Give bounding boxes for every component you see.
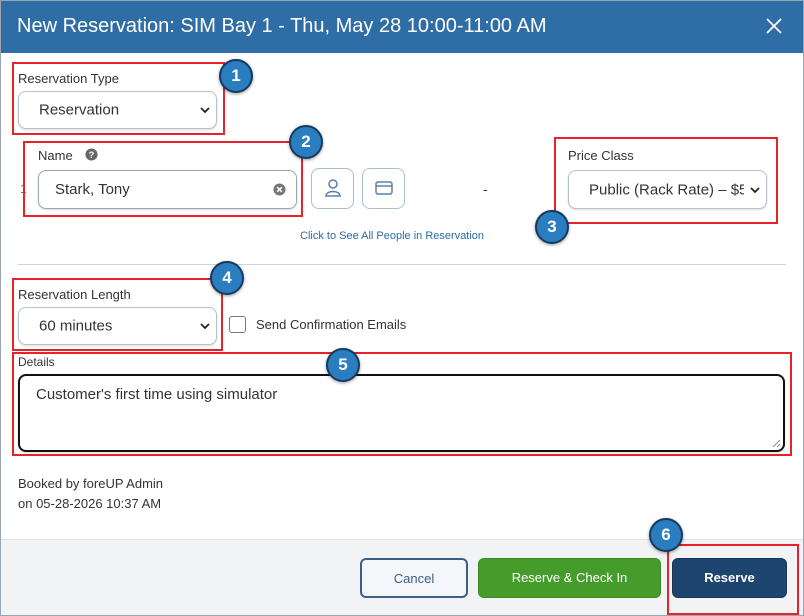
price-class-label: Price Class [568,148,634,163]
cancel-button[interactable]: Cancel [360,558,468,598]
callout-badge-5: 5 [326,348,360,382]
credit-card-icon [375,181,393,195]
details-textarea[interactable]: Customer's first time using simulator [18,374,785,452]
dialog-header: New Reservation: SIM Bay 1 - Thu, May 28… [1,1,803,53]
callout-badge-1: 1 [219,59,253,93]
question-circle-icon: ? [85,148,98,161]
details-value: Customer's first time using simulator [36,386,278,403]
price-class-select[interactable]: Public (Rack Rate) – $5 [568,170,767,209]
resize-grip-icon[interactable] [772,439,781,448]
close-icon[interactable] [763,15,785,37]
chevron-down-icon [750,186,760,193]
card-button[interactable] [362,168,405,209]
chevron-down-icon [200,323,210,330]
see-all-people-link[interactable]: Click to See All People in Reservation [300,230,484,242]
person-icon [325,179,341,197]
separator-dash: - [483,181,488,197]
clear-icon[interactable] [273,183,286,196]
divider [18,264,786,265]
callout-badge-4: 4 [210,261,244,295]
reservation-dialog: New Reservation: SIM Bay 1 - Thu, May 28… [0,0,804,616]
callout-badge-6: 6 [649,518,683,552]
name-value: Stark, Tony [55,181,130,198]
reservation-type-value: Reservation [39,101,120,119]
send-confirmation-checkbox[interactable] [229,316,246,333]
reservation-type-select[interactable]: Reservation [18,91,217,129]
svg-text:?: ? [89,150,95,160]
price-class-value: Public (Rack Rate) – $5 [589,181,748,198]
details-label: Details [18,355,55,369]
chevron-down-icon [200,107,210,114]
reservation-length-select[interactable]: 60 minutes [18,307,217,345]
name-input[interactable]: Stark, Tony [38,170,297,209]
callout-badge-3: 3 [535,210,569,244]
row-number: 1 [20,182,27,196]
callout-badge-2: 2 [289,125,323,159]
reserve-and-check-in-button[interactable]: Reserve & Check In [478,558,661,598]
booked-by-text: Booked by foreUP Admin [18,476,164,491]
reservation-length-value: 60 minutes [39,317,113,335]
person-button[interactable] [311,168,354,209]
reserve-button[interactable]: Reserve [672,558,787,598]
send-confirmation-label: Send Confirmation Emails [256,317,407,332]
name-label: Name [38,148,73,163]
reservation-type-label: Reservation Type [18,71,119,86]
reservation-length-label: Reservation Length [18,287,131,302]
dialog-title: New Reservation: SIM Bay 1 - Thu, May 28… [17,15,547,37]
booked-date-text: on 05-28-2026 10:37 AM [18,496,162,511]
